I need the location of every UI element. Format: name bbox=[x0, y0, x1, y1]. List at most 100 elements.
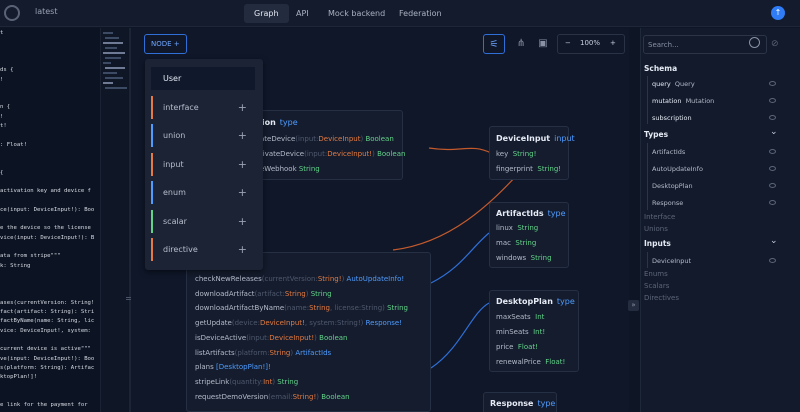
tab-mock-backend[interactable]: Mock backend bbox=[318, 4, 395, 23]
menu-item-union[interactable]: union + bbox=[151, 124, 255, 147]
type-item[interactable]: Response bbox=[652, 199, 683, 207]
plus-icon: + bbox=[237, 186, 247, 199]
node-artifact-ids[interactable]: ArtifactIds type linux String mac String wi… bbox=[489, 202, 569, 268]
code-line: ! bbox=[0, 113, 4, 120]
visibility-icon[interactable] bbox=[769, 115, 776, 120]
menu-item-user[interactable]: User bbox=[151, 67, 255, 90]
menu-item-enum[interactable]: enum + bbox=[151, 181, 255, 204]
node-field[interactable]: linux String bbox=[496, 224, 538, 232]
node-field[interactable]: checkNewReleases(currentVersion:String!)… bbox=[195, 275, 404, 283]
node-field[interactable]: eWebhook String bbox=[260, 165, 320, 173]
plus-icon: + bbox=[237, 100, 247, 114]
node-field[interactable]: price Float! bbox=[496, 343, 538, 351]
zoom-level: 100% bbox=[580, 39, 601, 47]
code-line: ce(input: DeviceInput!): Boo bbox=[0, 206, 95, 213]
zoom-in-button[interactable]: + bbox=[610, 39, 616, 47]
code-line: vice: DeviceInput!, system: bbox=[0, 327, 91, 334]
category-disabled: Enums bbox=[644, 270, 668, 278]
type-item[interactable]: ArtifactIds bbox=[652, 148, 685, 156]
code-line: activation key and device f bbox=[0, 188, 91, 195]
app-logo-icon[interactable] bbox=[4, 5, 20, 21]
tab-federation[interactable]: Federation bbox=[389, 4, 452, 23]
node-field[interactable]: tivateDevice(input:DeviceInput!) Boolean bbox=[260, 150, 405, 158]
node-response[interactable]: Response type bbox=[483, 392, 557, 412]
filter-icon[interactable]: ⚟ bbox=[483, 34, 505, 54]
add-node-button[interactable]: NODE + bbox=[144, 34, 187, 54]
node-field[interactable]: key String! bbox=[496, 150, 536, 158]
schema-item-query[interactable]: query Query bbox=[652, 80, 695, 88]
code-line: t bbox=[0, 30, 4, 36]
node-field[interactable]: fingerprint String! bbox=[496, 165, 561, 173]
inputs-heading[interactable]: Inputs bbox=[644, 239, 671, 248]
tab-graph[interactable]: Graph bbox=[244, 4, 289, 23]
code-line: : Float! bbox=[0, 141, 27, 148]
visibility-icon[interactable] bbox=[769, 149, 776, 154]
node-field[interactable]: minSeats Int! bbox=[496, 328, 545, 336]
code-line: ata from stripe""" bbox=[0, 253, 61, 260]
input-item[interactable]: DeviceInput bbox=[652, 257, 691, 265]
menu-item-input[interactable]: input + bbox=[151, 152, 255, 176]
code-line: ! bbox=[0, 76, 4, 83]
visibility-icon[interactable] bbox=[769, 98, 776, 103]
category-disabled: Interface bbox=[644, 213, 676, 221]
code-editor[interactable]: t ds {! n {! t!: Float! {activation key and … bbox=[0, 28, 100, 412]
chevron-down-icon[interactable]: ⌄ bbox=[770, 127, 778, 137]
node-device-input[interactable]: DeviceInput input key String! fingerprint … bbox=[489, 126, 575, 180]
plus-icon: + bbox=[237, 243, 247, 256]
upgrade-arrow-icon[interactable]: ↑ bbox=[771, 6, 785, 20]
type-item[interactable]: AutoUpdateInfo bbox=[652, 165, 703, 173]
node-field[interactable]: windows String bbox=[496, 254, 552, 262]
node-field[interactable]: stripeLink(quantity:Int) String bbox=[195, 378, 298, 386]
node-field[interactable]: plans [DesktopPlan!]! bbox=[195, 363, 271, 371]
code-line: ases(currentVersion: String! bbox=[0, 299, 95, 306]
node-field[interactable]: maxSeats Int bbox=[496, 313, 544, 321]
node-field[interactable]: listArtifacts(platform:String) ArtifactI… bbox=[195, 349, 331, 357]
node-desktop-plan[interactable]: DesktopPlan type maxSeats Int minSeats Int… bbox=[489, 290, 579, 372]
menu-item-interface[interactable]: interface + bbox=[151, 95, 255, 119]
category-disabled: Scalars bbox=[644, 282, 670, 290]
chevron-down-icon[interactable]: ⌄ bbox=[770, 236, 778, 246]
visibility-icon[interactable] bbox=[769, 258, 776, 263]
visibility-icon[interactable] bbox=[769, 81, 776, 86]
node-field[interactable]: getUpdate(device:DeviceInput!, system:St… bbox=[195, 319, 402, 327]
menu-item-directive[interactable]: directive + bbox=[151, 238, 255, 261]
visibility-icon[interactable] bbox=[769, 200, 776, 205]
editor-minimap[interactable] bbox=[100, 28, 128, 412]
node-type-menu: User interface + union + input + enum + scalar + di… bbox=[145, 59, 263, 270]
hide-icon[interactable]: ⊘ bbox=[771, 39, 779, 49]
schema-item-subscription[interactable]: subscription bbox=[652, 114, 696, 122]
node-query[interactable]: checkNewReleases(currentVersion:String!)… bbox=[186, 252, 431, 412]
schema-heading: Schema bbox=[644, 64, 678, 73]
schema-item-mutation[interactable]: mutation Mutation bbox=[652, 97, 714, 105]
code-line: k: String bbox=[0, 262, 31, 269]
search-icon[interactable] bbox=[749, 37, 760, 48]
code-line: vice(input: DeviceInput!): B bbox=[0, 234, 95, 241]
plus-icon: + bbox=[173, 40, 180, 48]
node-field[interactable]: downloadArtifact(artifact:String) String bbox=[195, 290, 332, 298]
zoom-out-button[interactable]: − bbox=[565, 39, 571, 47]
code-line: factByName(name: String, lic bbox=[0, 318, 95, 325]
type-item[interactable]: DesktopPlan bbox=[652, 182, 693, 190]
collapse-sidebar-icon[interactable]: » bbox=[628, 300, 639, 311]
project-name[interactable]: latest bbox=[35, 7, 58, 16]
code-line: e link for the payment for bbox=[0, 402, 88, 408]
code-line: s(platform: String): Artifac bbox=[0, 364, 95, 371]
node-field[interactable]: mac String bbox=[496, 239, 536, 247]
node-field[interactable]: downloadArtifactByName(name:String, lice… bbox=[195, 304, 408, 312]
menu-item-scalar[interactable]: scalar + bbox=[151, 209, 255, 233]
graph-canvas[interactable]: NODE + ⚟ ⋔ ▣ − 100% + tion type ateDevice… bbox=[131, 28, 629, 412]
hierarchy-icon[interactable]: ⋔ bbox=[511, 34, 531, 54]
node-field[interactable]: ateDevice(input:DeviceInput) Boolean bbox=[260, 135, 394, 143]
visibility-icon[interactable] bbox=[769, 166, 776, 171]
tab-api[interactable]: API bbox=[286, 4, 319, 23]
code-line: n { bbox=[0, 104, 11, 111]
code-line: e the device so the license bbox=[0, 225, 91, 232]
node-field[interactable]: isDeviceActive(input:DeviceInput!) Boole… bbox=[195, 334, 348, 342]
image-export-icon[interactable]: ▣ bbox=[533, 34, 553, 54]
types-heading[interactable]: Types bbox=[644, 130, 668, 139]
node-field[interactable]: renewalPrice Float! bbox=[496, 358, 565, 366]
node-field[interactable]: requestDemoVersion(email:String!) Boolea… bbox=[195, 393, 350, 401]
plus-icon: + bbox=[237, 214, 247, 228]
visibility-icon[interactable] bbox=[769, 183, 776, 188]
zoom-control: − 100% + bbox=[557, 34, 625, 54]
